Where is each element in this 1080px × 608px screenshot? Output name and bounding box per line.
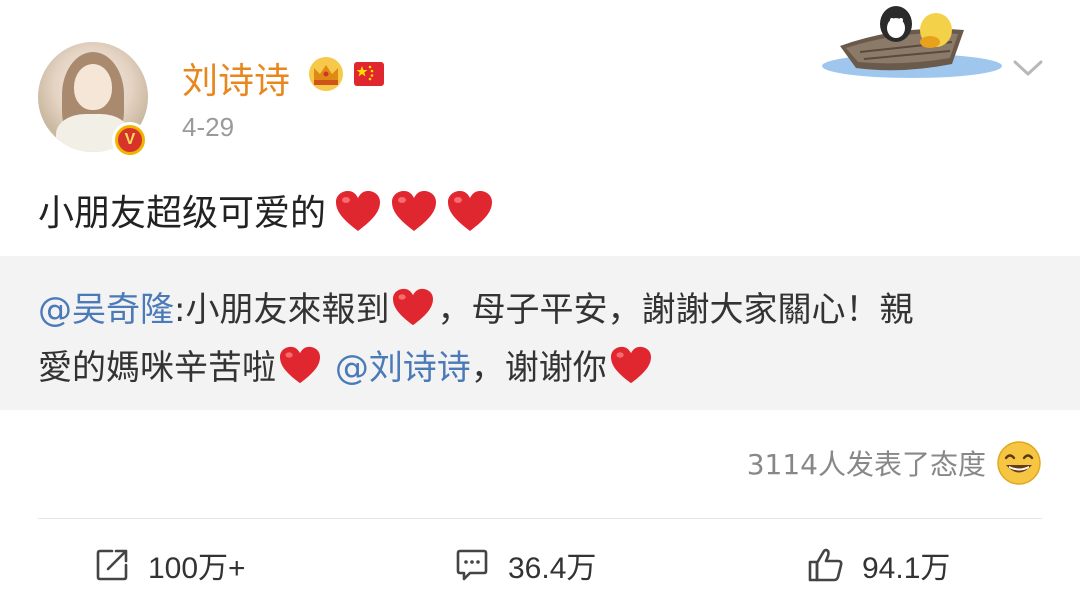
comment-count: 36.4万 [508, 552, 597, 585]
comment-icon [456, 549, 488, 581]
chevron-down-icon[interactable] [1012, 58, 1044, 78]
post-text: 小朋友超级可爱的 [38, 184, 494, 236]
post-date: 4-29 [182, 112, 235, 142]
heart-icon [393, 288, 434, 326]
reactions-text: 3114人发表了态度 [746, 448, 986, 481]
post-text-content: 小朋友超级可爱的 [38, 193, 327, 234]
comment-button[interactable]: 36.4万 [452, 540, 596, 590]
divider [38, 518, 1042, 519]
laugh-emoji-icon [997, 441, 1041, 485]
reactions-summary[interactable]: 3114人发表了态度 [747, 440, 1042, 486]
repost-count: 100万+ [148, 552, 246, 585]
heart-icon [280, 346, 320, 384]
weibo-post-card: V 刘诗诗 4-29 小朋友超级可爱的 @吴奇隆:小朋友來報到 ，母子平安，謝謝… [0, 0, 1080, 608]
repost-quote[interactable]: @吴奇隆:小朋友來報到 ，母子平安，謝謝大家關心！親 愛的媽咪辛苦啦 @刘诗诗，谢… [0, 256, 1080, 410]
username[interactable]: 刘诗诗 [182, 52, 290, 104]
heart-icon [610, 346, 651, 384]
verified-icon: V [112, 122, 148, 158]
boat-decoration [822, 6, 1002, 78]
repost-text: :小朋友來報到 [174, 290, 390, 330]
mention-link[interactable]: @刘诗诗 [335, 348, 471, 388]
repost-line-2: 愛的媽咪辛苦啦 @刘诗诗，谢谢你 [38, 340, 655, 389]
like-count: 94.1万 [862, 552, 951, 585]
repost-text: 愛的媽咪辛苦啦 [38, 348, 276, 388]
heart-icon [448, 191, 493, 231]
repost-text: ，母子平安，謝謝大家關心！親 [437, 290, 914, 330]
mention-link[interactable]: @吴奇隆 [38, 290, 174, 330]
heart-icon [336, 191, 381, 231]
crown-icon[interactable] [306, 56, 346, 92]
thumbs-up-icon [808, 548, 843, 582]
china-flag-icon [354, 62, 384, 86]
like-button[interactable]: 94.1万 [806, 540, 950, 590]
repost-line-1: @吴奇隆:小朋友來報到 ，母子平安，謝謝大家關心！親 [38, 282, 913, 331]
share-icon [96, 549, 128, 581]
repost-text: ，谢谢你 [470, 348, 607, 388]
heart-icon [392, 191, 437, 231]
repost-button[interactable]: 100万+ [92, 540, 246, 590]
avatar-face [74, 64, 112, 110]
